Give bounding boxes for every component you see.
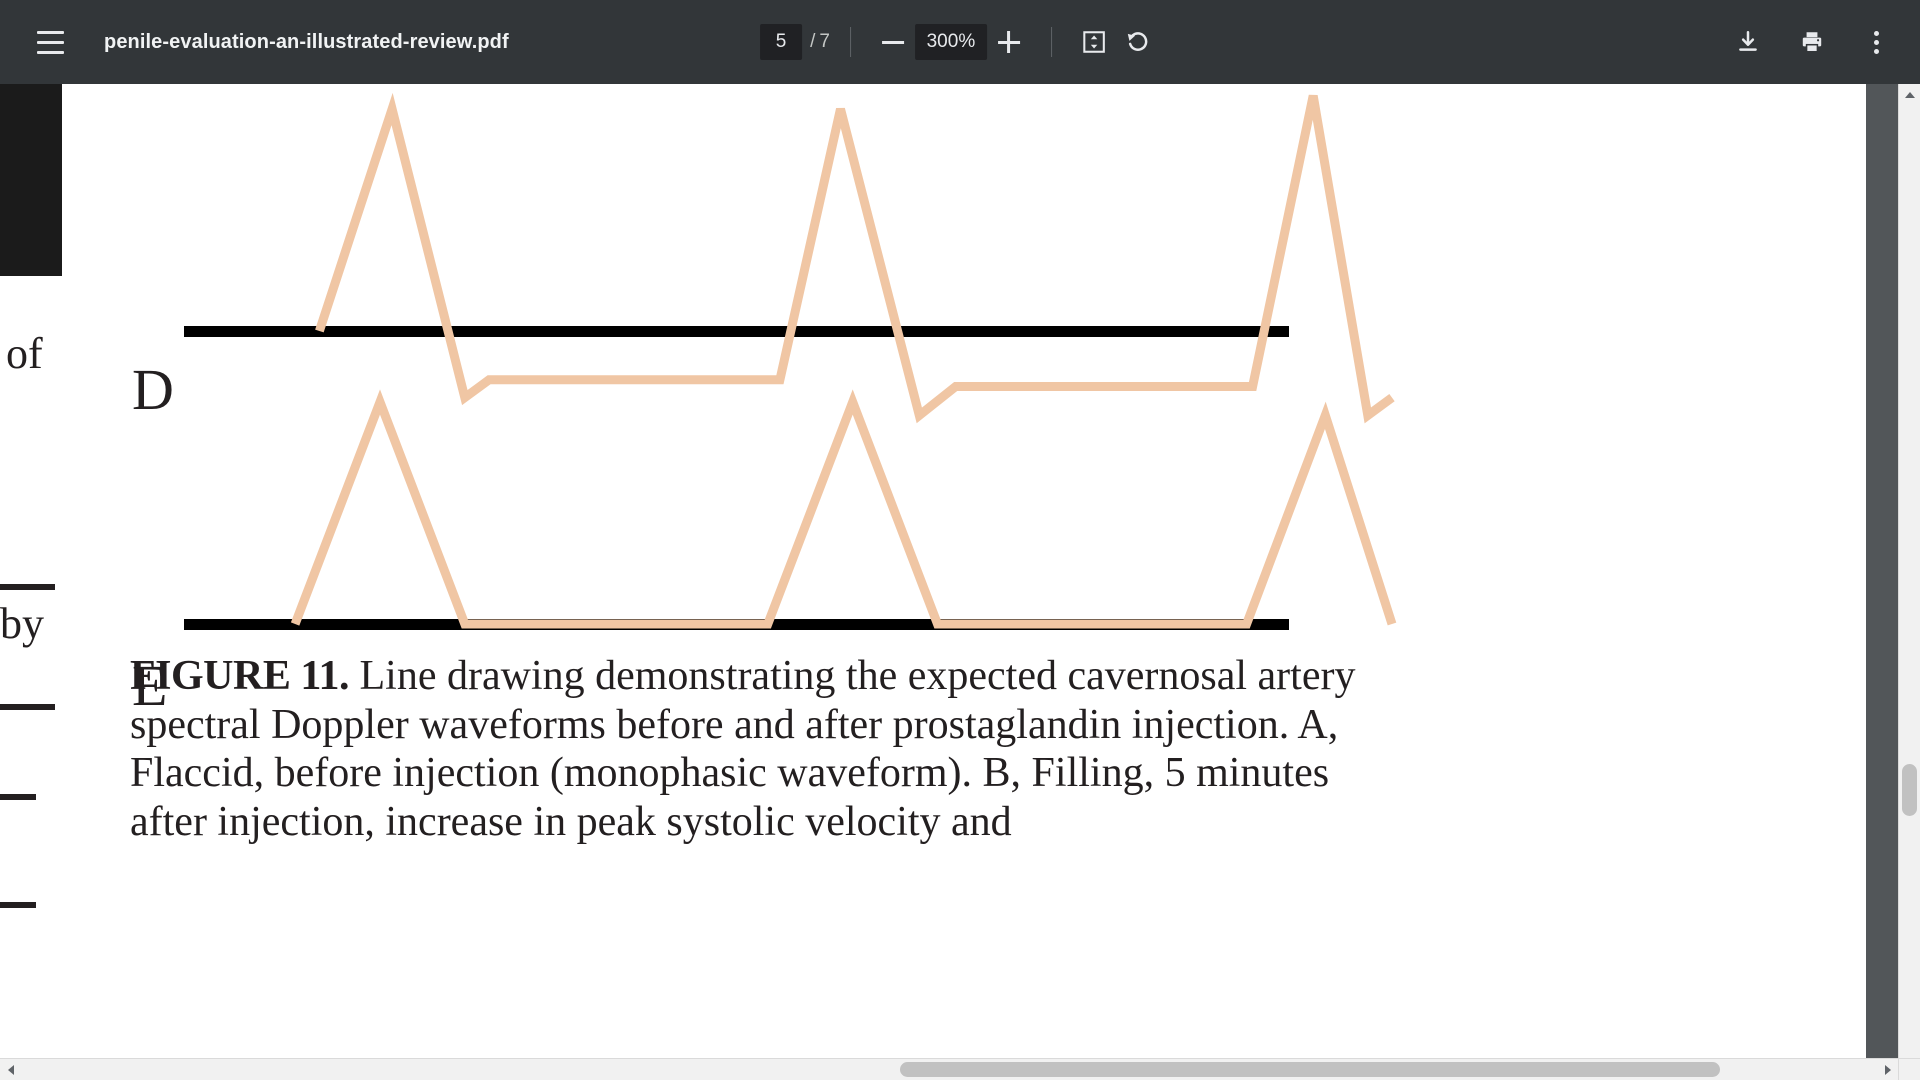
download-icon xyxy=(1739,31,1757,51)
gutter-word-of: of xyxy=(6,329,43,378)
rotate-counterclockwise-icon xyxy=(1127,32,1148,51)
chevron-left-icon xyxy=(7,1064,14,1075)
horizontal-scrollbar[interactable] xyxy=(0,1058,1898,1080)
figure-caption: FIGURE 11. Line drawing demonstrating th… xyxy=(130,652,1360,847)
page-and-zoom-controls: / 7 300% xyxy=(760,0,1160,84)
gutter-rule-2 xyxy=(0,704,55,710)
print-button[interactable] xyxy=(1790,20,1834,64)
pdf-viewer-toolbar: penile-evaluation-an-illustrated-review.… xyxy=(0,0,1920,84)
toolbar-right-actions xyxy=(1726,20,1898,64)
pdf-viewer-area[interactable]: of by D E FIGURE 11. Line drawing demons… xyxy=(0,84,1920,1080)
rotate-counterclockwise-button[interactable] xyxy=(1116,20,1160,64)
page-separator: / xyxy=(810,31,816,52)
gutter-black-block xyxy=(0,84,62,276)
menu-bar-2 xyxy=(36,40,64,44)
more-vertical-button[interactable] xyxy=(1854,20,1898,64)
more-dot-2 xyxy=(1873,39,1879,45)
gutter-rule-3 xyxy=(0,794,36,800)
menu-bar-1 xyxy=(36,30,64,34)
page-total-count: 7 xyxy=(819,31,830,52)
scroll-right-button[interactable] xyxy=(1877,1059,1898,1080)
toolbar-divider-2 xyxy=(1050,27,1052,57)
vertical-scrollbar-thumb[interactable] xyxy=(1902,764,1917,816)
scroll-up-button[interactable] xyxy=(1899,84,1920,105)
chevron-right-icon xyxy=(1884,1064,1891,1075)
toolbar-divider-1 xyxy=(849,27,851,57)
panel-e-waveform-trace xyxy=(290,389,1397,629)
chevron-up-icon xyxy=(1904,91,1915,98)
vertical-scrollbar[interactable] xyxy=(1898,84,1920,1080)
gutter-word-by: by xyxy=(0,599,44,648)
plus-icon xyxy=(997,31,1020,53)
fit-to-page-button[interactable] xyxy=(1072,20,1116,64)
pdf-page-5: D E FIGURE 11. Line drawing demonstratin… xyxy=(62,84,1866,1080)
gutter-rule-1 xyxy=(0,584,55,590)
scroll-left-button[interactable] xyxy=(0,1059,21,1080)
figure-11-drawing: D E xyxy=(62,84,1866,715)
menu-bar-3 xyxy=(36,50,64,54)
fit-to-page-icon xyxy=(1083,31,1105,53)
more-dot-1 xyxy=(1873,30,1879,36)
gutter-rule-4 xyxy=(0,902,36,908)
document-title: penile-evaluation-an-illustrated-review.… xyxy=(104,30,509,53)
minus-icon xyxy=(881,40,904,44)
zoom-level-display[interactable]: 300% xyxy=(914,24,987,60)
page-left-gutter-fragment: of by xyxy=(0,84,62,1080)
zoom-out-button[interactable] xyxy=(871,20,915,64)
panel-e-polyline xyxy=(290,389,1397,629)
scrollbar-corner xyxy=(1898,1058,1920,1080)
print-icon xyxy=(1802,32,1822,53)
horizontal-scrollbar-thumb[interactable] xyxy=(900,1062,1720,1077)
hamburger-menu-icon[interactable] xyxy=(22,14,78,70)
more-dot-3 xyxy=(1873,48,1879,54)
download-button[interactable] xyxy=(1726,20,1770,64)
caption-figure-number: FIGURE 11. xyxy=(130,653,350,699)
zoom-in-button[interactable] xyxy=(987,20,1031,64)
page-number-input[interactable] xyxy=(760,24,803,60)
